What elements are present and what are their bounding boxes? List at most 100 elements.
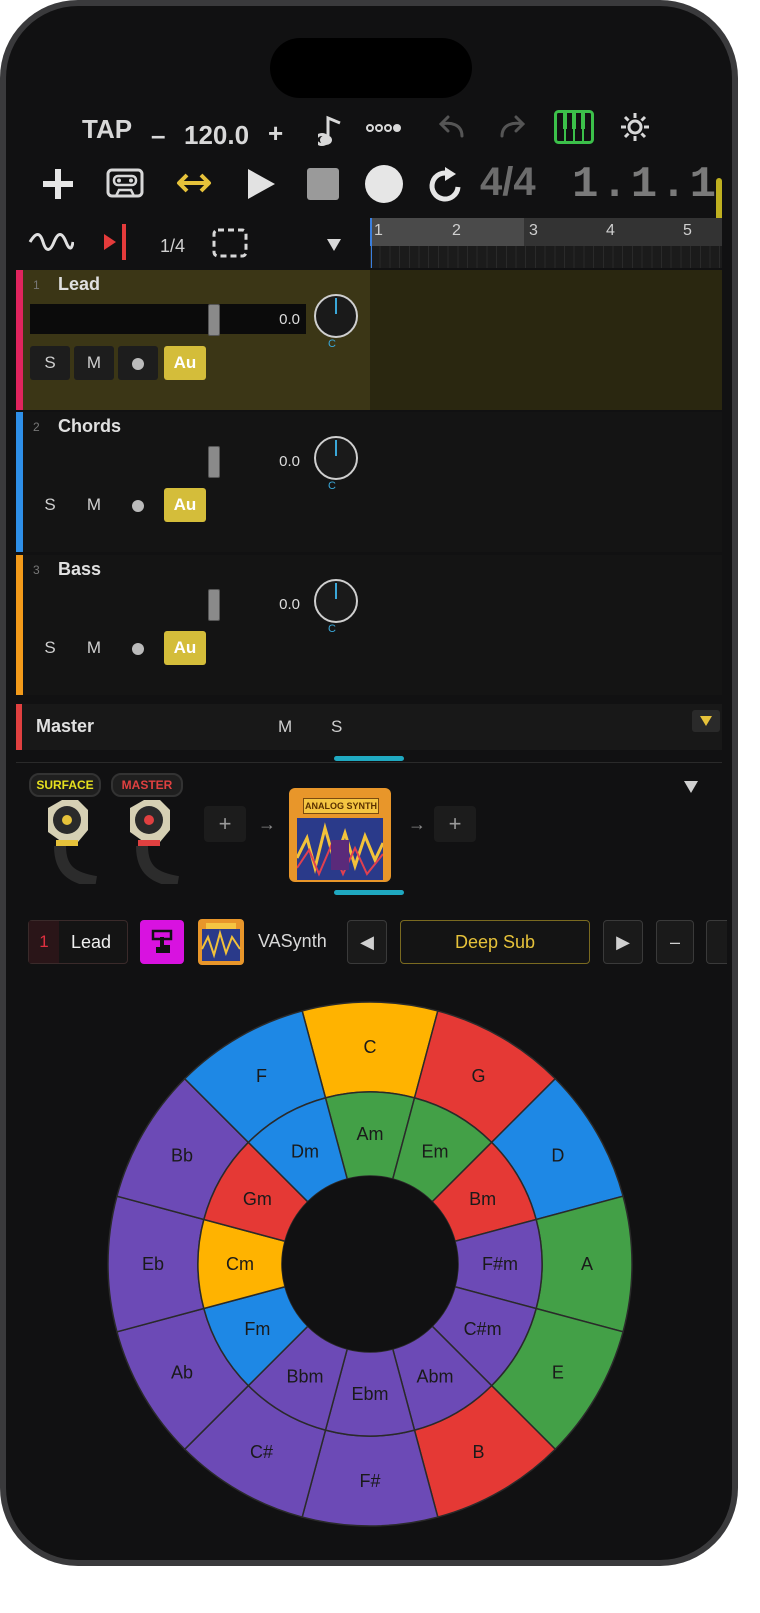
touch-controls-button[interactable] — [140, 920, 184, 964]
volume-value: 0.0 — [279, 596, 300, 613]
play-icon[interactable] — [244, 166, 278, 207]
volume-fader[interactable]: 0.0 — [30, 304, 306, 336]
piano-keyboard-icon[interactable] — [554, 110, 594, 149]
master-solo-button[interactable]: S — [331, 717, 342, 737]
master-badge[interactable]: MASTER — [111, 773, 183, 797]
track-header-lead[interactable]: 1 Lead 0.0 C S M Au — [16, 270, 370, 410]
tap-tempo-button[interactable]: TAP — [82, 114, 132, 145]
fader-handle[interactable] — [208, 446, 220, 478]
major-key-segment[interactable]: C — [301, 1001, 439, 1099]
pan-knob[interactable] — [314, 579, 358, 623]
instrument-thumbnail[interactable] — [198, 919, 244, 965]
next-preset-button[interactable]: ▶ — [603, 920, 643, 964]
minor-key-label: Cm — [226, 1254, 254, 1274]
tempo-decrease-button[interactable]: – — [151, 120, 165, 151]
auv3-button[interactable]: Au — [164, 346, 206, 380]
track-menu-dropdown-icon[interactable] — [326, 238, 342, 257]
pan-knob[interactable] — [314, 294, 358, 338]
tempo-increase-button[interactable]: + — [268, 118, 283, 149]
device-frame: TAP – 120.0 + 4/4 1.1.1 1/4 1 2 3 4 5 1 … — [0, 0, 738, 1566]
loop-icon[interactable] — [428, 166, 464, 209]
timeline-ruler[interactable]: 1 2 3 4 5 — [370, 218, 722, 268]
panel-resize-handle[interactable] — [334, 890, 404, 895]
track-color-bar — [16, 270, 23, 410]
tempo-value[interactable]: 120.0 — [184, 120, 249, 151]
count-in-icon[interactable] — [366, 120, 402, 141]
ruler-bar-number: 3 — [529, 222, 538, 239]
instrument-track-selector[interactable]: 1 Lead — [28, 920, 128, 964]
minor-key-label: Fm — [244, 1319, 270, 1339]
auv3-button[interactable]: Au — [164, 631, 206, 665]
track-header-chords[interactable]: 2 Chords 0.0 C S M Au — [16, 412, 370, 552]
master-expand-button[interactable] — [692, 710, 720, 732]
track-name[interactable]: Chords — [58, 416, 121, 437]
circle-of-fifths[interactable]: C G D A E B F# C# Ab Eb Bb F Am Em Bm F#m C#m Abm Ebm Bbm Fm… — [106, 1000, 634, 1528]
track-lane-chords[interactable] — [370, 412, 722, 552]
major-key-label: C — [364, 1037, 377, 1057]
fader-handle[interactable] — [208, 589, 220, 621]
minor-key-label: Em — [422, 1141, 449, 1161]
master-mute-button[interactable]: M — [278, 717, 292, 737]
solo-button[interactable]: S — [30, 631, 70, 665]
volume-fader[interactable]: 0.0 — [30, 589, 306, 621]
add-track-icon[interactable] — [40, 166, 76, 207]
decrease-button[interactable]: – — [656, 920, 694, 964]
minor-key-label: Bm — [469, 1189, 496, 1209]
time-signature[interactable]: 4/4 — [480, 160, 536, 205]
loop-range-icon[interactable] — [176, 170, 212, 201]
settings-gear-icon[interactable] — [619, 111, 651, 148]
quantize-value[interactable]: 1/4 — [160, 236, 185, 257]
record-arm-button[interactable] — [118, 488, 158, 522]
stop-icon[interactable] — [306, 167, 340, 206]
preset-name[interactable]: Deep Sub — [400, 920, 590, 964]
add-effect-after-button[interactable]: + — [434, 806, 476, 842]
major-key-segment[interactable]: A — [535, 1195, 633, 1333]
ruler-ticks — [370, 246, 722, 268]
auv3-button[interactable]: Au — [164, 488, 206, 522]
panel-resize-handle[interactable] — [334, 756, 404, 761]
synth-artwork-icon — [201, 923, 241, 961]
loop-region[interactable] — [370, 218, 524, 246]
add-effect-before-button[interactable]: + — [204, 806, 246, 842]
track-name[interactable]: Lead — [58, 274, 100, 295]
master-joystick-icon[interactable] — [124, 800, 180, 889]
instrument-name: VASynth — [258, 931, 327, 951]
volume-fader[interactable]: 0.0 — [30, 446, 306, 478]
more-controls-button[interactable] — [706, 920, 727, 964]
selection-marquee-icon[interactable] — [212, 228, 248, 263]
master-color-bar — [16, 704, 22, 750]
track-lane-bass[interactable] — [370, 555, 722, 695]
record-arm-button[interactable] — [118, 631, 158, 665]
surface-badge[interactable]: SURFACE — [29, 773, 101, 797]
surface-joystick-icon[interactable] — [42, 800, 98, 889]
solo-button[interactable]: S — [30, 346, 70, 380]
track-header-bass[interactable]: 3 Bass 0.0 C S M Au — [16, 555, 370, 695]
pan-value: C — [328, 480, 336, 492]
rack-collapse-icon[interactable] — [684, 780, 698, 798]
mute-button[interactable]: M — [74, 631, 114, 665]
synth-artwork-icon — [297, 818, 383, 880]
master-track-row[interactable]: Master M S — [16, 704, 722, 750]
bar-ruler[interactable]: 1 2 3 4 5 — [370, 218, 722, 268]
major-key-segment[interactable]: Eb — [107, 1195, 205, 1333]
cassette-icon[interactable] — [106, 168, 144, 203]
redo-icon[interactable] — [498, 114, 528, 145]
track-number: 3 — [33, 563, 40, 577]
undo-icon[interactable] — [436, 114, 466, 145]
track-name[interactable]: Bass — [58, 559, 101, 580]
pan-knob[interactable] — [314, 436, 358, 480]
fader-handle[interactable] — [208, 304, 220, 336]
previous-preset-button[interactable]: ◀ — [347, 920, 387, 964]
record-icon[interactable] — [364, 164, 404, 209]
playhead-position: 1.1.1 — [572, 160, 720, 210]
mute-button[interactable]: M — [74, 488, 114, 522]
track-lane-lead[interactable] — [370, 270, 722, 410]
playhead-marker-icon[interactable] — [102, 222, 132, 267]
waveform-icon[interactable] — [28, 232, 75, 257]
analog-synth-plugin-tile[interactable]: ANALOG SYNTH — [289, 788, 391, 882]
solo-button[interactable]: S — [30, 488, 70, 522]
record-arm-button[interactable] — [118, 346, 158, 380]
major-key-segment[interactable]: F# — [301, 1429, 439, 1527]
metronome-note-icon[interactable] — [314, 114, 348, 153]
mute-button[interactable]: M — [74, 346, 114, 380]
